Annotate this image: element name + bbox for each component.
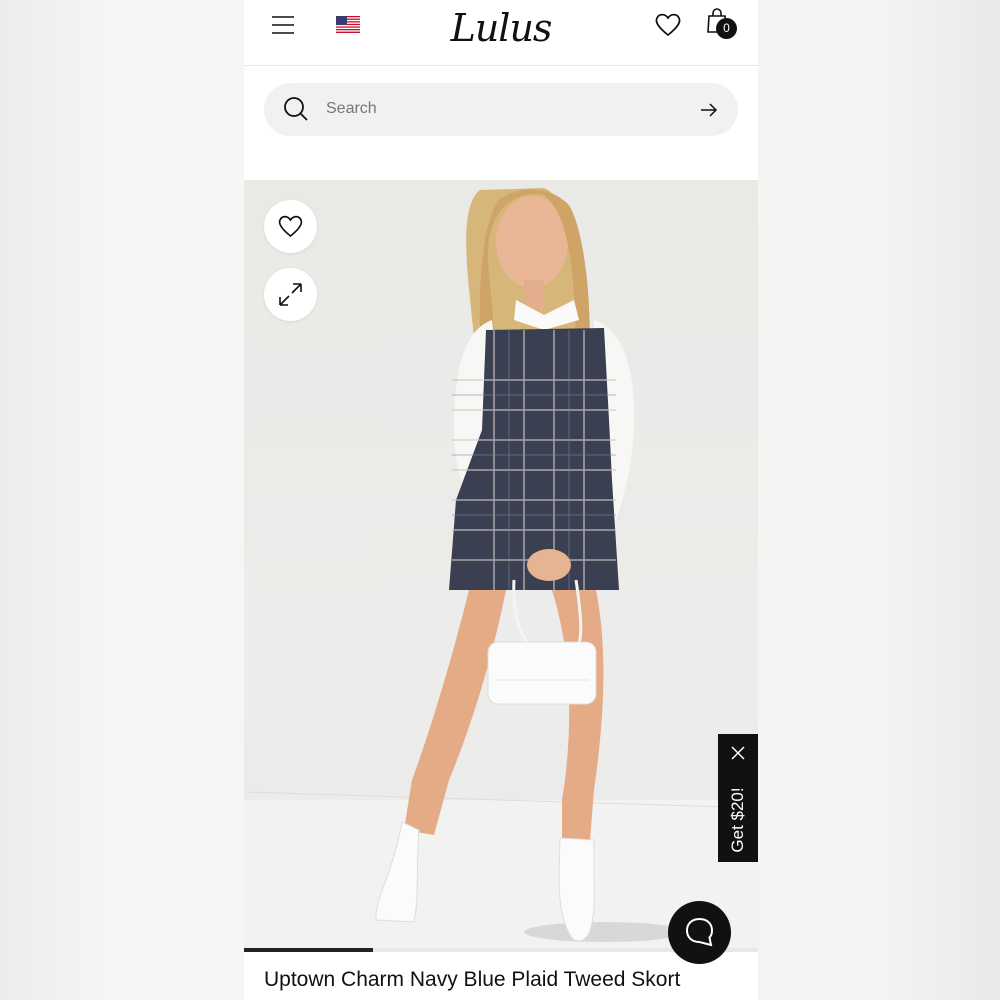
search-bar[interactable] [264,83,738,136]
arrow-right-icon[interactable] [700,101,718,119]
promo-get-20-tab[interactable]: Get $20! [718,734,758,862]
us-flag-icon[interactable] [336,16,360,33]
cart-count-badge: 0 [716,18,737,39]
expand-arrows-icon [279,283,302,306]
product-image-gallery[interactable] [244,180,758,952]
search-input[interactable] [326,95,686,123]
brand-logo[interactable]: Lulus [444,2,558,54]
wishlist-heart-icon[interactable] [654,12,682,38]
site-header: Lulus 0 [244,0,758,66]
image-carousel-progress-fill [244,948,373,952]
search-icon [283,96,309,122]
hamburger-menu-icon[interactable] [271,14,295,36]
close-icon[interactable] [730,745,746,761]
app-screen: Lulus 0 Search Get $20! Uptown Charm Nav… [244,0,758,1000]
favorite-button[interactable] [264,200,317,253]
product-photo [244,188,758,952]
expand-image-button[interactable] [264,268,317,321]
chat-support-button[interactable] [668,901,731,964]
promo-label: Get $20! [728,787,747,853]
heart-icon [278,215,303,238]
chat-bubble-icon [685,917,714,947]
product-title: Uptown Charm Navy Blue Plaid Tweed Skort [264,968,681,991]
